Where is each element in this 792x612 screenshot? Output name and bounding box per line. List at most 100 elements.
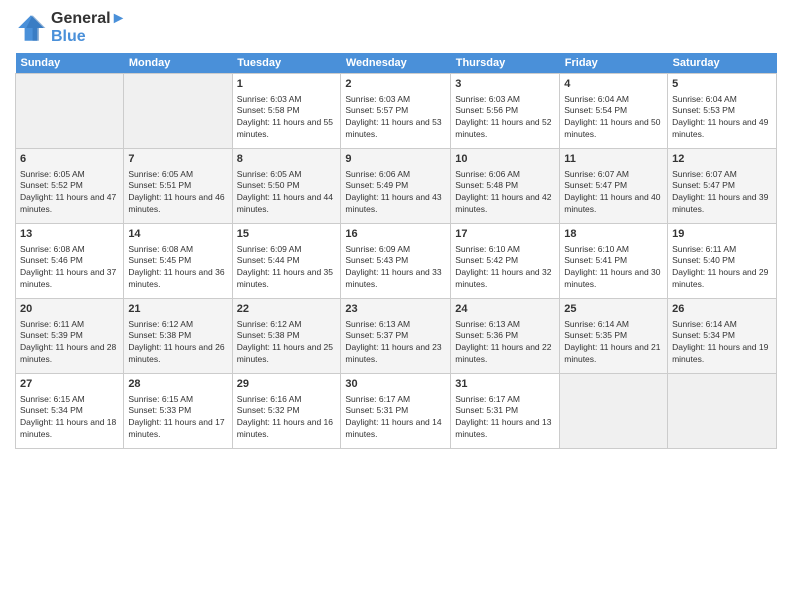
day-info: Daylight: 11 hours and 37 minutes. bbox=[20, 267, 119, 291]
day-number: 10 bbox=[455, 152, 555, 167]
day-info: Daylight: 11 hours and 25 minutes. bbox=[237, 342, 337, 366]
calendar-day-cell: 8Sunrise: 6:05 AMSunset: 5:50 PMDaylight… bbox=[232, 149, 341, 224]
day-info: Sunrise: 6:08 AM bbox=[20, 244, 119, 256]
calendar-day-cell: 10Sunrise: 6:06 AMSunset: 5:48 PMDayligh… bbox=[451, 149, 560, 224]
day-number: 30 bbox=[345, 377, 446, 392]
weekday-header: Saturday bbox=[668, 53, 777, 74]
calendar-day-cell: 12Sunrise: 6:07 AMSunset: 5:47 PMDayligh… bbox=[668, 149, 777, 224]
day-number: 3 bbox=[455, 77, 555, 92]
day-number: 18 bbox=[564, 227, 663, 242]
day-info: Sunrise: 6:10 AM bbox=[455, 244, 555, 256]
day-info: Daylight: 11 hours and 23 minutes. bbox=[345, 342, 446, 366]
day-info: Sunrise: 6:07 AM bbox=[564, 169, 663, 181]
day-info: Sunrise: 6:03 AM bbox=[345, 94, 446, 106]
day-info: Sunrise: 6:08 AM bbox=[128, 244, 227, 256]
day-info: Sunrise: 6:05 AM bbox=[237, 169, 337, 181]
calendar-day-cell: 7Sunrise: 6:05 AMSunset: 5:51 PMDaylight… bbox=[124, 149, 232, 224]
weekday-header: Wednesday bbox=[341, 53, 451, 74]
day-info: Daylight: 11 hours and 35 minutes. bbox=[237, 267, 337, 291]
day-number: 20 bbox=[20, 302, 119, 317]
calendar-day-cell: 6Sunrise: 6:05 AMSunset: 5:52 PMDaylight… bbox=[16, 149, 124, 224]
day-info: Sunrise: 6:17 AM bbox=[455, 394, 555, 406]
day-number: 19 bbox=[672, 227, 772, 242]
weekday-header: Sunday bbox=[16, 53, 124, 74]
day-info: Sunrise: 6:03 AM bbox=[455, 94, 555, 106]
day-info: Sunset: 5:39 PM bbox=[20, 330, 119, 342]
calendar-day-cell: 4Sunrise: 6:04 AMSunset: 5:54 PMDaylight… bbox=[560, 74, 668, 149]
weekday-header: Friday bbox=[560, 53, 668, 74]
day-number: 27 bbox=[20, 377, 119, 392]
calendar-week-row: 20Sunrise: 6:11 AMSunset: 5:39 PMDayligh… bbox=[16, 299, 777, 374]
day-info: Sunrise: 6:09 AM bbox=[237, 244, 337, 256]
day-info: Daylight: 11 hours and 50 minutes. bbox=[564, 117, 663, 141]
day-info: Daylight: 11 hours and 33 minutes. bbox=[345, 267, 446, 291]
header: General► Blue bbox=[15, 10, 777, 45]
day-number: 14 bbox=[128, 227, 227, 242]
day-info: Sunrise: 6:05 AM bbox=[20, 169, 119, 181]
day-info: Sunset: 5:36 PM bbox=[455, 330, 555, 342]
weekday-header: Tuesday bbox=[232, 53, 341, 74]
day-info: Daylight: 11 hours and 18 minutes. bbox=[20, 417, 119, 441]
logo: General► Blue bbox=[15, 10, 126, 45]
calendar-day-cell: 11Sunrise: 6:07 AMSunset: 5:47 PMDayligh… bbox=[560, 149, 668, 224]
day-info: Sunrise: 6:15 AM bbox=[20, 394, 119, 406]
day-number: 25 bbox=[564, 302, 663, 317]
day-info: Sunset: 5:49 PM bbox=[345, 180, 446, 192]
day-info: Daylight: 11 hours and 40 minutes. bbox=[564, 192, 663, 216]
calendar-day-cell: 20 Sunrise: 6:11 AMSunset: 5:39 PMDayligh… bbox=[16, 299, 124, 374]
day-info: Daylight: 11 hours and 42 minutes. bbox=[455, 192, 555, 216]
day-number: 12 bbox=[672, 152, 772, 167]
weekday-header: Monday bbox=[124, 53, 232, 74]
calendar-day-cell: 15Sunrise: 6:09 AMSunset: 5:44 PMDayligh… bbox=[232, 224, 341, 299]
calendar-day-cell: 2Sunrise: 6:03 AMSunset: 5:57 PMDaylight… bbox=[341, 74, 451, 149]
day-info: Daylight: 11 hours and 44 minutes. bbox=[237, 192, 337, 216]
calendar-day-cell: 16Sunrise: 6:09 AMSunset: 5:43 PMDayligh… bbox=[341, 224, 451, 299]
day-info: Daylight: 11 hours and 19 minutes. bbox=[672, 342, 772, 366]
day-info: Sunset: 5:37 PM bbox=[345, 330, 446, 342]
calendar-day-cell: 9Sunrise: 6:06 AMSunset: 5:49 PMDaylight… bbox=[341, 149, 451, 224]
day-number: 17 bbox=[455, 227, 555, 242]
calendar-day-cell: 14Sunrise: 6:08 AMSunset: 5:45 PMDayligh… bbox=[124, 224, 232, 299]
day-info: Daylight: 11 hours and 22 minutes. bbox=[455, 342, 555, 366]
day-info: Sunset: 5:41 PM bbox=[564, 255, 663, 267]
calendar-week-row: 1Sunrise: 6:03 AMSunset: 5:58 PMDaylight… bbox=[16, 74, 777, 149]
day-number: 6 bbox=[20, 152, 119, 167]
day-number: 31 bbox=[455, 377, 555, 392]
day-number: 28 bbox=[128, 377, 227, 392]
calendar-body: 1Sunrise: 6:03 AMSunset: 5:58 PMDaylight… bbox=[16, 74, 777, 449]
day-info: Sunrise: 6:04 AM bbox=[672, 94, 772, 106]
day-info: Daylight: 11 hours and 47 minutes. bbox=[20, 192, 119, 216]
day-info: Sunset: 5:53 PM bbox=[672, 105, 772, 117]
day-info: Sunset: 5:38 PM bbox=[128, 330, 227, 342]
day-info: Daylight: 11 hours and 13 minutes. bbox=[455, 417, 555, 441]
day-info: Sunrise: 6:06 AM bbox=[455, 169, 555, 181]
calendar-day-cell: 30Sunrise: 6:17 AMSunset: 5:31 PMDayligh… bbox=[341, 374, 451, 449]
day-info: Daylight: 11 hours and 49 minutes. bbox=[672, 117, 772, 141]
calendar-day-cell bbox=[560, 374, 668, 449]
calendar-day-cell: 26Sunrise: 6:14 AMSunset: 5:34 PMDayligh… bbox=[668, 299, 777, 374]
day-info: Sunrise: 6:05 AM bbox=[128, 169, 227, 181]
calendar-day-cell: 3Sunrise: 6:03 AMSunset: 5:56 PMDaylight… bbox=[451, 74, 560, 149]
calendar-day-cell: 31Sunrise: 6:17 AMSunset: 5:31 PMDayligh… bbox=[451, 374, 560, 449]
day-info: Sunset: 5:51 PM bbox=[128, 180, 227, 192]
calendar-day-cell: 21Sunrise: 6:12 AMSunset: 5:38 PMDayligh… bbox=[124, 299, 232, 374]
day-info: Sunset: 5:58 PM bbox=[237, 105, 337, 117]
day-info: Daylight: 11 hours and 26 minutes. bbox=[128, 342, 227, 366]
day-info: Sunrise: 6:14 AM bbox=[672, 319, 772, 331]
day-info: Sunset: 5:50 PM bbox=[237, 180, 337, 192]
day-info: Sunrise: 6:15 AM bbox=[128, 394, 227, 406]
day-info: Sunrise: 6:10 AM bbox=[564, 244, 663, 256]
calendar-day-cell: 23Sunrise: 6:13 AMSunset: 5:37 PMDayligh… bbox=[341, 299, 451, 374]
calendar-day-cell: 24Sunrise: 6:13 AMSunset: 5:36 PMDayligh… bbox=[451, 299, 560, 374]
day-info: Sunset: 5:47 PM bbox=[672, 180, 772, 192]
day-info: Sunrise: 6:17 AM bbox=[345, 394, 446, 406]
day-number: 21 bbox=[128, 302, 227, 317]
day-number: 4 bbox=[564, 77, 663, 92]
day-info: Sunrise: 6:11 AM bbox=[20, 319, 119, 331]
day-info: Daylight: 11 hours and 28 minutes. bbox=[20, 342, 119, 366]
calendar-day-cell: 17Sunrise: 6:10 AMSunset: 5:42 PMDayligh… bbox=[451, 224, 560, 299]
calendar-day-cell: 1Sunrise: 6:03 AMSunset: 5:58 PMDaylight… bbox=[232, 74, 341, 149]
calendar-day-cell: 18Sunrise: 6:10 AMSunset: 5:41 PMDayligh… bbox=[560, 224, 668, 299]
day-info: Daylight: 11 hours and 21 minutes. bbox=[564, 342, 663, 366]
day-info: Sunset: 5:32 PM bbox=[237, 405, 337, 417]
